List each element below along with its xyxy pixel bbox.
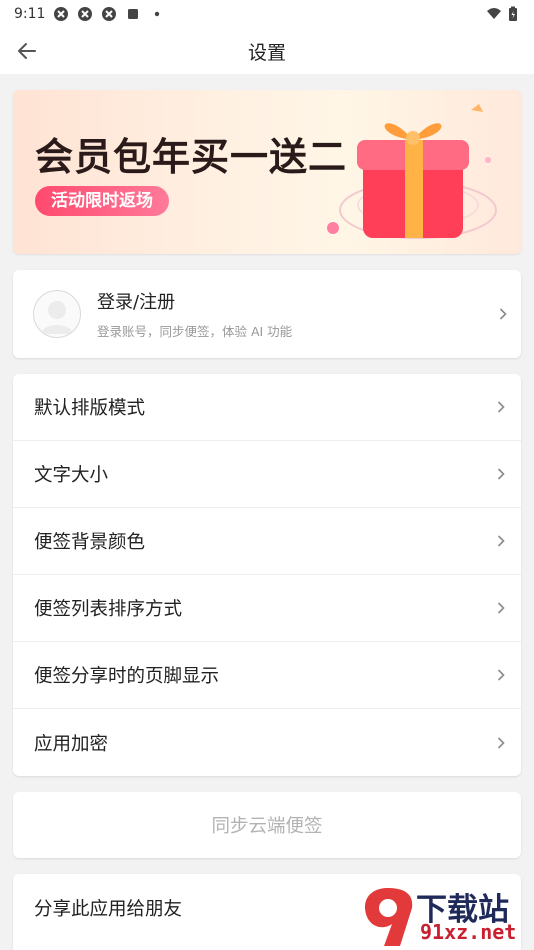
settings-list: 默认排版模式 文字大小 便签背景颜色 便签列表排序方式 便签分享时的页脚显示 应… [13, 374, 521, 776]
sync-icon [78, 7, 93, 21]
login-subtitle: 登录账号，同步便签，体验 AI 功能 [97, 324, 293, 339]
setting-label: 便签背景颜色 [34, 532, 146, 553]
setting-label: 默认排版模式 [34, 398, 146, 419]
setting-text-size[interactable]: 文字大小 [13, 441, 521, 508]
sync-cloud-button[interactable]: 同步云端便签 [13, 792, 521, 858]
login-title: 登录/注册 [97, 292, 176, 313]
dot-icon [155, 11, 160, 17]
back-button[interactable] [12, 36, 42, 66]
setting-list-sort-order[interactable]: 便签列表排序方式 [13, 575, 521, 642]
chevron-right-icon [495, 736, 507, 749]
arrow-left-icon [18, 43, 36, 59]
chevron-right-icon [497, 308, 509, 320]
chevron-right-icon [495, 602, 507, 614]
status-bar: 9:11 [0, 0, 534, 28]
promo-banner[interactable]: 会员包年买一送二 活动限时返场 [13, 90, 521, 254]
banner-pill: 活动限时返场 [35, 186, 169, 216]
app-bar: 设置 [0, 28, 534, 74]
setting-label: 文字大小 [34, 465, 109, 486]
chevron-right-icon [495, 401, 507, 413]
user-avatar-icon [41, 301, 73, 334]
sync-icon [102, 7, 117, 21]
setting-label: 便签分享时的页脚显示 [34, 666, 220, 687]
status-left: 9:11 [14, 6, 165, 22]
chevron-right-icon [495, 468, 507, 480]
share-label: 分享此应用给朋友 [34, 898, 183, 920]
watermark-logo: 下载站 91xz.net [358, 884, 530, 950]
sync-icon [54, 7, 69, 21]
setting-label: 应用加密 [34, 733, 109, 755]
battery-icon [509, 6, 517, 21]
page-title: 设置 [247, 41, 286, 64]
chevron-right-icon [495, 535, 507, 547]
setting-share-footer[interactable]: 便签分享时的页脚显示 [13, 642, 521, 709]
setting-default-layout[interactable]: 默认排版模式 [13, 374, 521, 441]
status-time: 9:11 [14, 6, 46, 22]
settings-content: 会员包年买一送二 活动限时返场 登录/注册 登录账号，同步便签，体验 AI 功能 [0, 74, 534, 950]
wifi-icon [487, 8, 501, 19]
avatar [33, 290, 81, 338]
stop-icon [128, 9, 139, 19]
login-register-card[interactable]: 登录/注册 登录账号，同步便签，体验 AI 功能 [13, 270, 521, 358]
watermark-badge-icon [364, 888, 413, 946]
setting-app-lock[interactable]: 应用加密 [13, 709, 521, 776]
setting-note-background-color[interactable]: 便签背景颜色 [13, 508, 521, 575]
gift-box-icon [327, 104, 497, 239]
chevron-right-icon [495, 669, 507, 681]
login-text: 登录/注册 登录账号，同步便签，体验 AI 功能 [97, 288, 497, 340]
sync-label: 同步云端便签 [211, 816, 323, 837]
status-right [486, 6, 518, 22]
banner-title: 会员包年买一送二 [35, 135, 348, 179]
watermark-url: 91xz.net [420, 920, 517, 944]
setting-label: 便签列表排序方式 [34, 599, 183, 620]
